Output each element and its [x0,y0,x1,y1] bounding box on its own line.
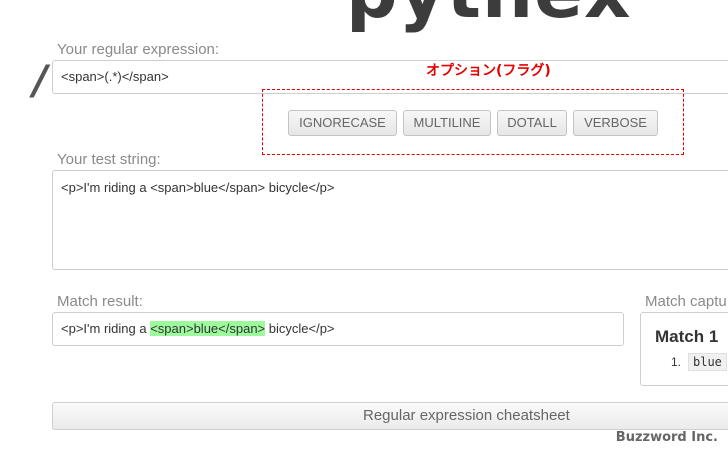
flag-multiline-button[interactable]: MULTILINE [403,110,491,136]
result-text-after: bicycle</p> [265,321,335,336]
flag-dotall-button[interactable]: DOTALL [497,110,567,136]
match-result-label: Match result: [57,293,143,310]
result-text-before: <p>I'm riding a [61,321,151,336]
regex-delimiter: / [33,58,48,104]
flag-ignorecase-button[interactable]: IGNORECASE [288,110,397,136]
flag-verbose-button[interactable]: VERBOSE [573,110,658,136]
annotation-options-label: オプション(フラグ) [426,63,551,79]
test-string-textarea[interactable]: <p>I'm riding a <span>blue</span> bicycl… [52,170,728,270]
match-title: Match 1 [655,327,719,346]
watermark: Buzzword Inc. [615,430,718,445]
test-string-label: Your test string: [57,151,161,168]
regex-label: Your regular expression: [57,41,220,58]
match-result-box: <p>I'm riding a <span>blue</span> bicycl… [52,312,624,346]
match-captures-label: Match captu [645,293,727,310]
capture-group-value: blue [688,353,727,371]
capture-group-index: 1. [671,355,682,369]
result-match-highlight: <span>blue</span> [150,321,266,336]
match-captures-panel: Match 1 1. blue [640,312,728,386]
cheatsheet-button[interactable]: Regular expression cheatsheet [52,402,728,430]
pythex-logo: pythex [346,0,631,28]
